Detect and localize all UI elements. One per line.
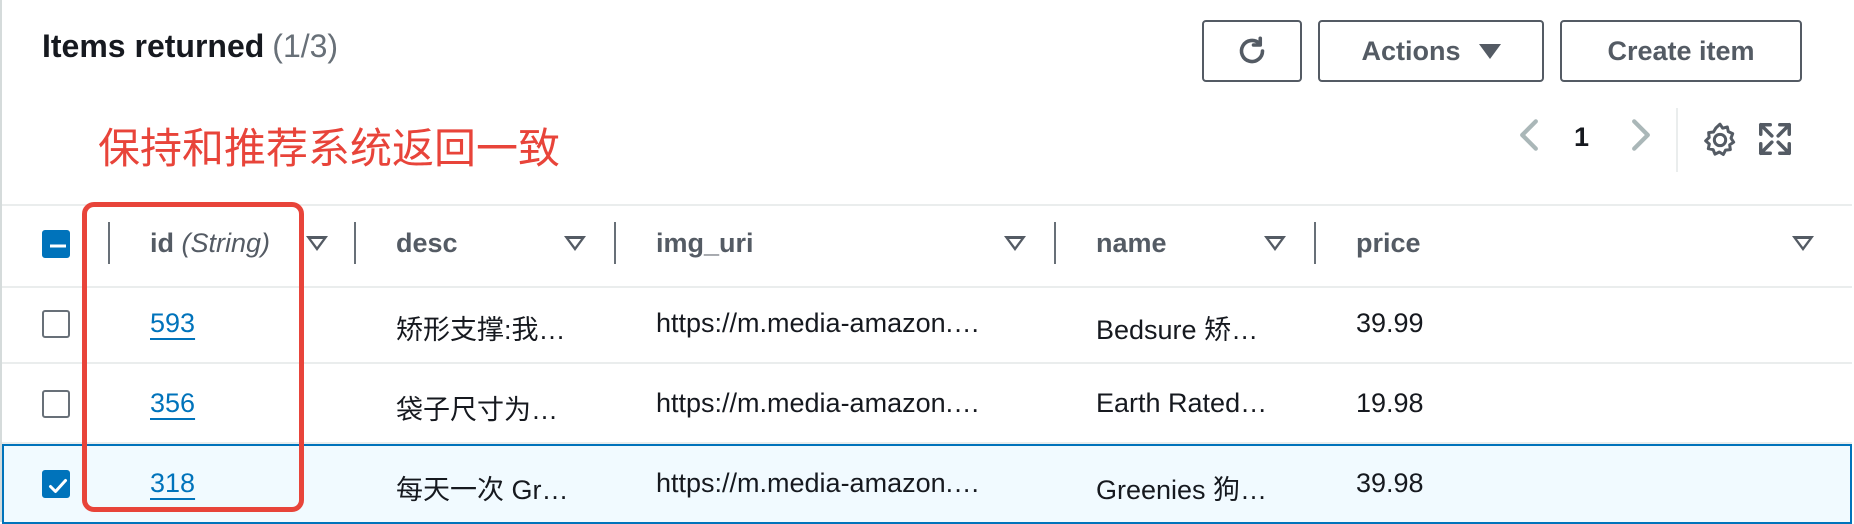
img-uri-cell: https://m.media-amazon.… [656,308,981,338]
column-divider[interactable] [1314,222,1316,264]
column-divider[interactable] [1054,222,1056,264]
column-divider[interactable] [614,222,616,264]
column-header-img-uri[interactable]: img_uri [656,228,754,259]
annotation-text: 保持和推荐系统返回一致 [98,124,561,173]
row-checkbox-checked[interactable] [42,470,70,498]
sort-caret-icon[interactable] [1792,236,1814,251]
price-cell: 19.98 [1356,388,1424,418]
previous-page-button[interactable] [1516,118,1542,159]
sort-caret-icon[interactable] [564,236,586,251]
refresh-button[interactable] [1202,20,1302,82]
actions-button[interactable]: Actions [1318,20,1544,82]
select-all-checkbox[interactable] [42,230,70,258]
checkmark-icon [49,479,67,493]
column-header-desc[interactable]: desc [396,228,458,259]
price-cell: 39.99 [1356,308,1424,338]
column-header-name[interactable]: name [1096,228,1167,259]
chevron-left-icon [1520,119,1538,151]
desc-cell: 每天一次 Gr… [396,475,569,505]
caret-down-icon [1478,43,1501,59]
gear-icon [1704,122,1736,156]
fullscreen-button[interactable] [1756,120,1796,160]
img-uri-cell: https://m.media-amazon.… [656,388,981,418]
page-title: Items returned (1/3) [42,28,338,65]
chevron-right-icon [1632,119,1650,151]
row-checkbox[interactable] [42,390,70,418]
desc-cell: 袋子尺寸为… [396,395,558,425]
annotation-highlight-box [82,202,304,512]
minus-icon [50,244,66,248]
sort-caret-icon[interactable] [1004,236,1026,251]
preferences-button[interactable] [1700,120,1740,160]
desc-cell: 矫形支撑:我… [396,315,566,345]
sort-caret-icon[interactable] [306,236,328,251]
page-number[interactable]: 1 [1574,122,1589,153]
img-uri-cell: https://m.media-amazon.… [656,468,981,498]
name-cell: Greenies 狗… [1096,475,1268,505]
create-item-button[interactable]: Create item [1560,20,1802,82]
price-cell: 39.98 [1356,468,1424,498]
name-cell: Bedsure 矫… [1096,315,1259,345]
refresh-icon [1239,36,1265,64]
toolbar-divider [1676,108,1678,172]
sort-caret-icon[interactable] [1264,236,1286,251]
item-count: (1/3) [272,28,339,64]
name-cell: Earth Rated… [1096,388,1268,418]
row-checkbox[interactable] [42,310,70,338]
column-header-price[interactable]: price [1356,228,1421,259]
expand-icon [1759,123,1791,155]
title-text: Items returned [42,28,265,64]
column-divider[interactable] [354,222,356,264]
create-item-label: Create item [1607,35,1755,66]
next-page-button[interactable] [1628,118,1654,159]
actions-label: Actions [1361,35,1461,66]
